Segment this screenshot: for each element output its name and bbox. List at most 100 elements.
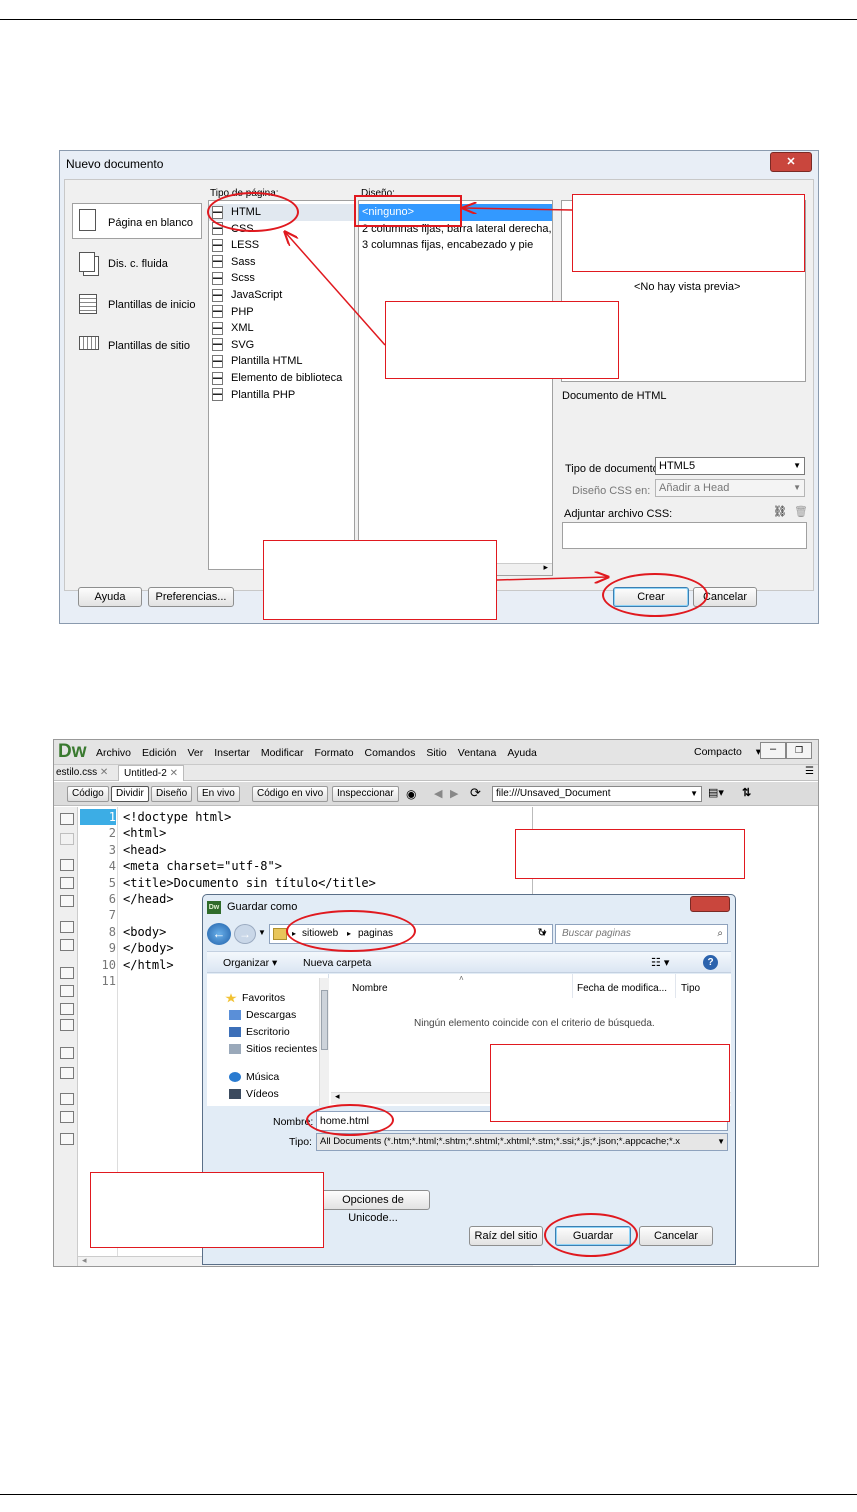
restore-icon[interactable]: ❐ [786, 742, 812, 759]
line-number-gutter: 1 2 3 4 5 6 7 8 9 10 11 [80, 809, 116, 989]
back-icon[interactable]: ← [207, 923, 231, 945]
forward-icon[interactable]: → [234, 924, 256, 944]
nav-scrollbar[interactable] [319, 978, 329, 1106]
column-divider [675, 974, 676, 998]
annotation-box [490, 1044, 730, 1122]
line-number: 4 [108, 859, 116, 874]
comment-icon[interactable] [60, 1047, 74, 1059]
highlight-invalid-icon[interactable] [60, 939, 74, 951]
panel-options-icon[interactable]: ☰ [805, 766, 814, 777]
code-line[interactable]: <!doctype html> [123, 809, 593, 825]
collapse-icon [60, 833, 74, 845]
unicode-options-button[interactable]: Opciones de Unicode... [316, 1190, 430, 1224]
nav-descargas[interactable]: Descargas [229, 1009, 296, 1021]
chevron-down-icon[interactable]: ▼ [258, 928, 266, 937]
tipo-label: Tipo: [289, 1136, 312, 1148]
recent-places-icon [229, 1044, 241, 1055]
back-icon[interactable]: ◀ [434, 787, 442, 800]
music-icon [229, 1072, 241, 1083]
word-wrap-icon[interactable] [60, 985, 74, 997]
balance-braces-icon[interactable] [60, 895, 74, 907]
close-icon: ✕ [169, 768, 178, 779]
menu-item[interactable]: Modificar [261, 747, 304, 759]
annotation-box [515, 829, 745, 879]
nav-musica[interactable]: Música [229, 1071, 279, 1083]
menu-item[interactable]: Archivo [96, 747, 131, 759]
expand-icon[interactable] [60, 859, 74, 871]
indent-icon[interactable] [60, 1093, 74, 1105]
annotation-circle [544, 1213, 638, 1257]
line-number: 9 [108, 941, 116, 956]
nueva-carpeta-button[interactable]: Nueva carpeta [303, 957, 371, 969]
nav-favoritos[interactable]: Favoritos [225, 992, 285, 1004]
menu-item[interactable]: Edición [142, 747, 176, 759]
info-bar-icon[interactable] [60, 1003, 74, 1015]
tab-untitled-2[interactable]: Untitled-2 ✕ [118, 765, 184, 781]
empty-message: Ningún elemento coincide con el criterio… [414, 1018, 655, 1029]
toggle-icon[interactable] [60, 1019, 74, 1031]
line-number: 6 [108, 891, 116, 906]
line-numbers-icon[interactable] [60, 921, 74, 933]
codigo-button[interactable]: Código [67, 786, 109, 802]
line-number: 10 [101, 957, 116, 972]
search-icon: ⌕ [717, 928, 723, 939]
workspace-switcher[interactable]: Compacto ▾ [694, 746, 761, 758]
menu-item[interactable]: Ver [187, 747, 203, 759]
address-bar[interactable]: file:///Unsaved_Document ▼ [492, 786, 702, 802]
diseno-button[interactable]: Diseño [151, 786, 193, 802]
menu-item[interactable]: Formato [314, 747, 353, 759]
column-fecha[interactable]: Fecha de modifica... [577, 983, 667, 994]
raiz-sitio-button[interactable]: Raíz del sitio [469, 1226, 543, 1246]
view-options-icon[interactable]: ▤▾ [708, 786, 724, 799]
column-divider [572, 974, 573, 998]
refresh-icon[interactable]: ↻ [531, 924, 553, 944]
column-tipo[interactable]: Tipo [681, 983, 700, 994]
dividir-button[interactable]: Dividir [111, 786, 149, 802]
open-documents-icon[interactable] [60, 813, 74, 825]
organizar-menu[interactable]: Organizar ▾ [223, 957, 277, 969]
sort-arrow-icon: ˄ [459, 974, 464, 983]
forward-icon[interactable]: ▶ [450, 787, 458, 800]
line-number: 8 [108, 924, 116, 939]
menu-item[interactable]: Ayuda [507, 747, 537, 759]
envivo-button[interactable]: En vivo [197, 786, 240, 802]
minimize-icon[interactable]: – [760, 742, 786, 759]
menu-item[interactable]: Ventana [458, 747, 497, 759]
line-number: 1 [108, 810, 116, 824]
downloads-icon [229, 1010, 241, 1021]
nav-videos[interactable]: Vídeos [229, 1088, 279, 1100]
videos-icon [229, 1089, 241, 1100]
outdent-icon[interactable] [60, 1111, 74, 1123]
navigation-pane: Favoritos Descargas Escritorio Sitios re… [207, 974, 329, 1106]
select-parent-icon[interactable] [60, 877, 74, 889]
tab-estilo-css[interactable]: estilo.css ✕ [56, 767, 108, 778]
refresh-icon[interactable]: ⟳ [470, 785, 481, 801]
line-number: 7 [108, 908, 116, 923]
inspeccionar-button[interactable]: Inspeccionar [332, 786, 399, 802]
cancelar-button[interactable]: Cancelar [639, 1226, 713, 1246]
codigo-en-vivo-button[interactable]: Código en vivo [252, 786, 329, 802]
nav-sitios-recientes[interactable]: Sitios recientes [229, 1043, 317, 1055]
command-bar: Organizar ▾ Nueva carpeta ☷ ▾ ? [207, 951, 731, 973]
line-number: 11 [101, 973, 116, 988]
globe-icon[interactable]: ◉ [406, 787, 416, 801]
annotation-circle [306, 1104, 394, 1136]
close-icon: ✕ [99, 767, 109, 778]
menu-item[interactable]: Insertar [214, 747, 250, 759]
nav-escritorio[interactable]: Escritorio [229, 1026, 290, 1038]
format-icon[interactable] [60, 1133, 74, 1145]
annotation-box [90, 1172, 324, 1248]
menu-item[interactable]: Comandos [365, 747, 416, 759]
sort-icon[interactable]: ⇅ [742, 786, 751, 799]
column-nombre[interactable]: Nombre [352, 983, 388, 994]
menu-item[interactable]: Sitio [426, 747, 446, 759]
search-input[interactable]: Buscar paginas ⌕ [555, 924, 728, 944]
filetype-select[interactable]: All Documents (*.htm;*.html;*.shtm;*.sht… [316, 1133, 728, 1151]
view-icon[interactable]: ☷ ▾ [651, 956, 669, 969]
close-icon[interactable] [690, 896, 730, 912]
line-number: 2 [108, 826, 116, 841]
annotation-circle [286, 910, 416, 952]
snippet-icon[interactable] [60, 1067, 74, 1079]
help-icon[interactable]: ? [703, 955, 718, 970]
syntax-icon[interactable] [60, 967, 74, 979]
